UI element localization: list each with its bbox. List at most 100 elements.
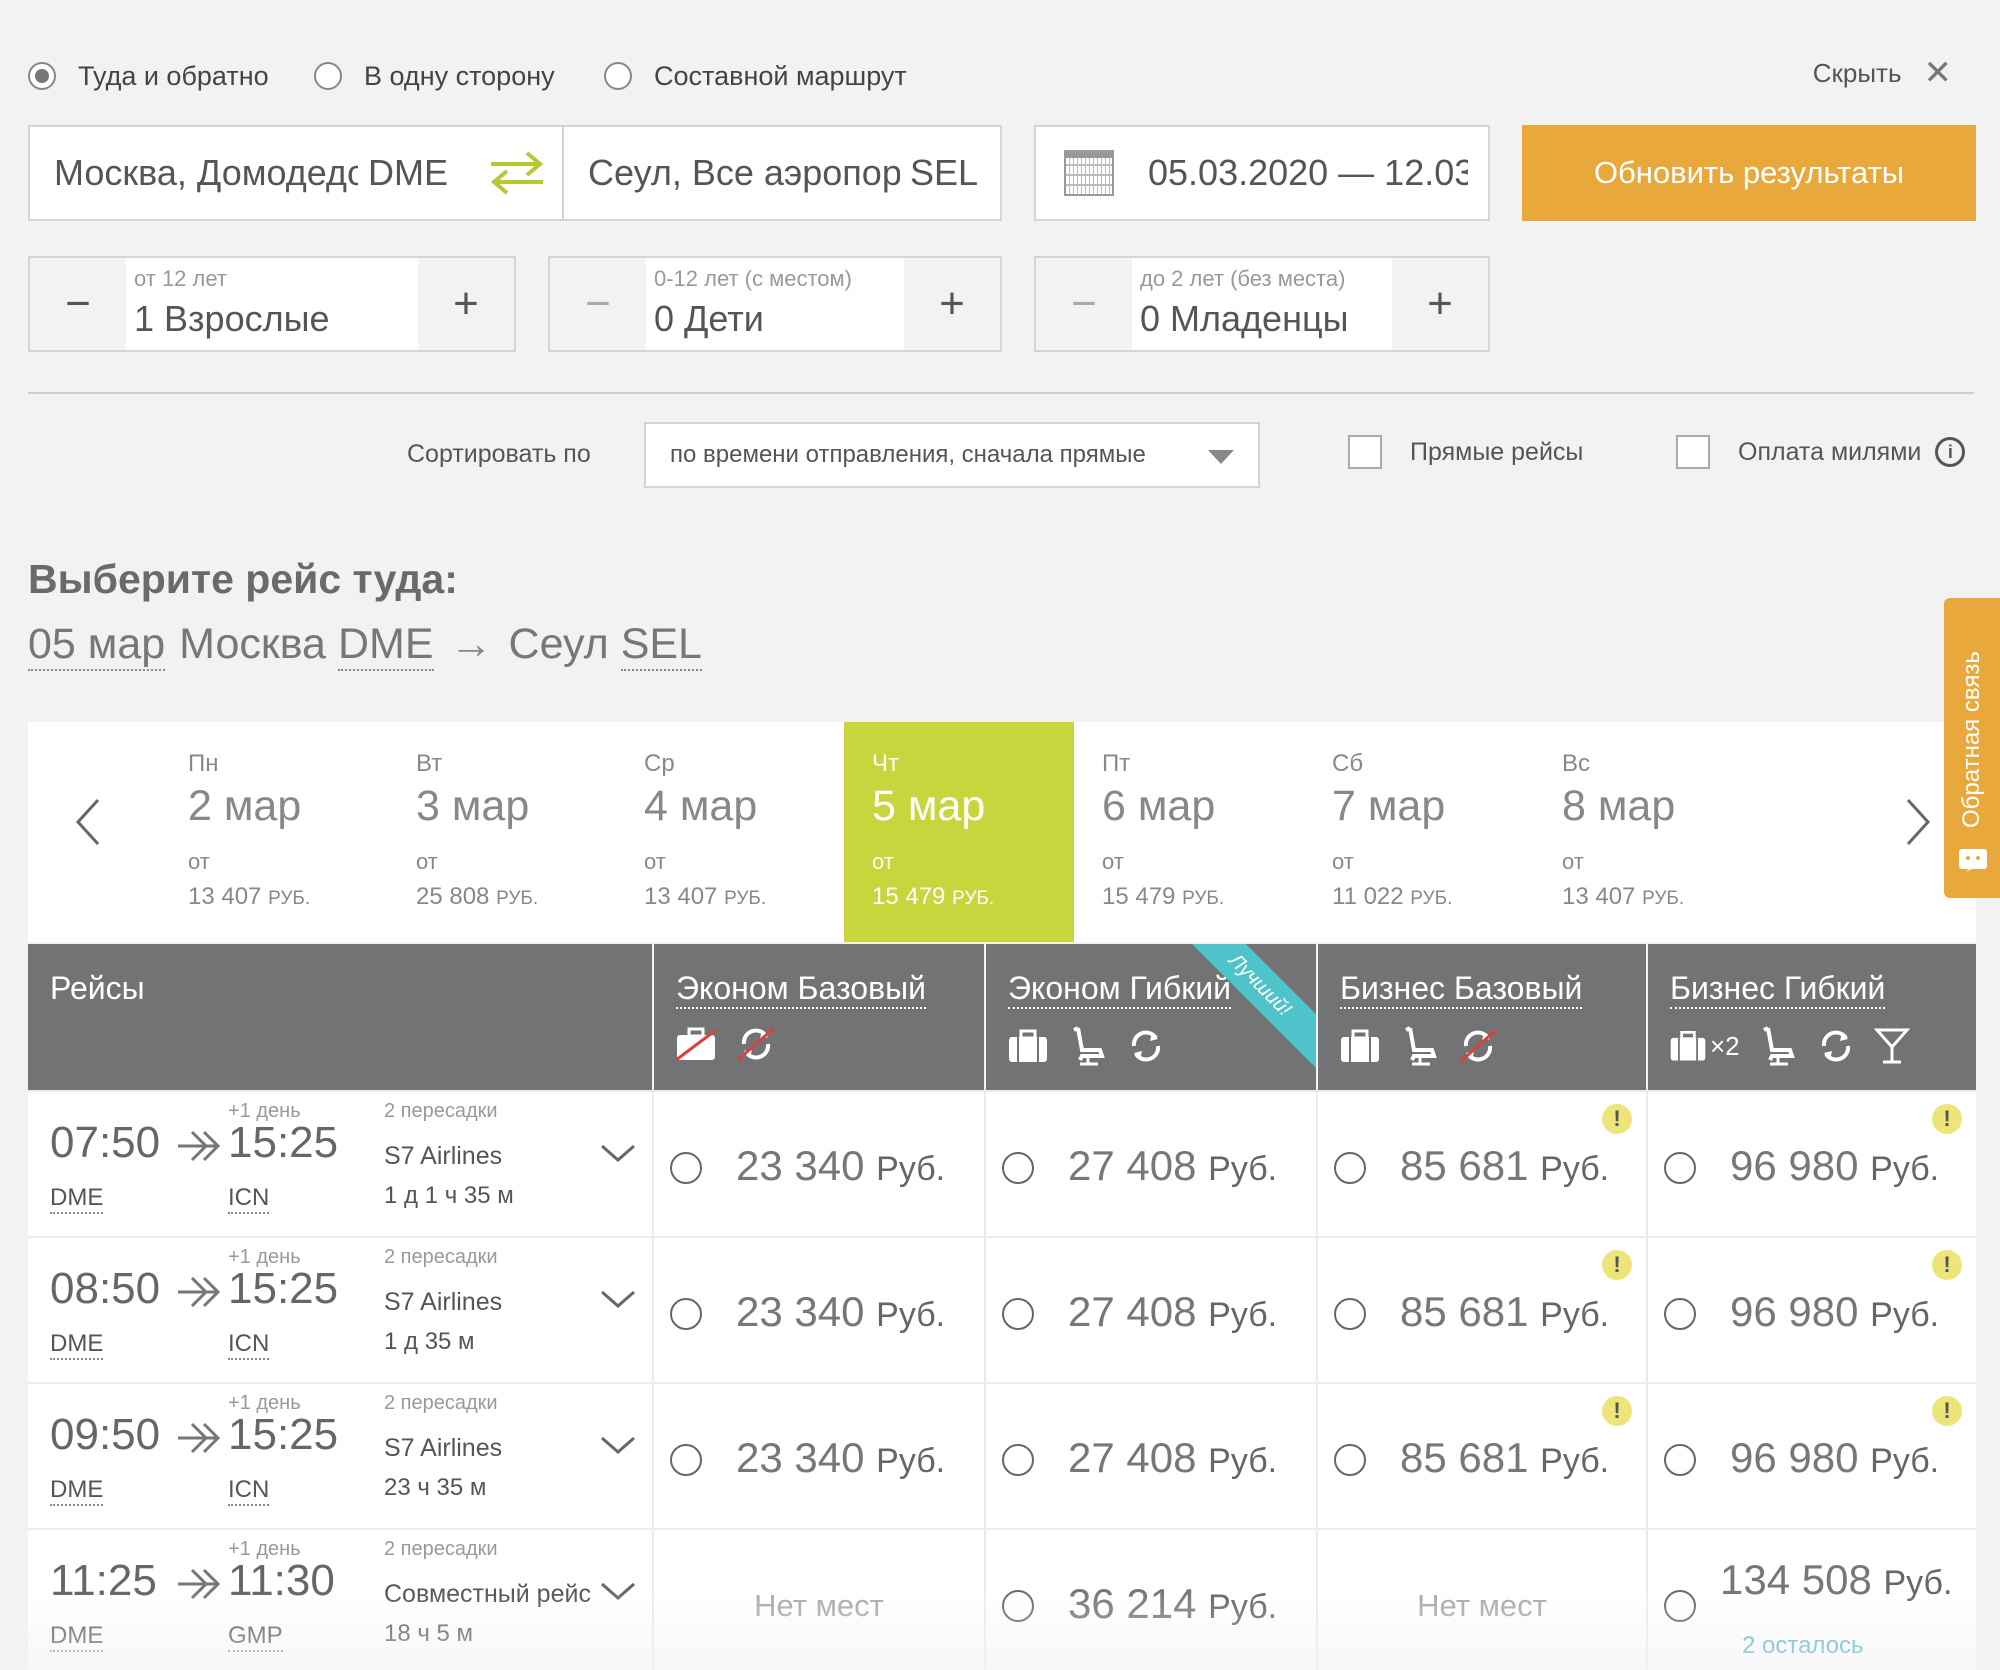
departure-airport[interactable]: DME [50,1622,104,1652]
radio-oneway[interactable] [314,62,342,90]
fare-cell[interactable]: 23 340 Руб. [652,1092,984,1238]
flight-row[interactable]: 07:50 +1 день 15:25 DME ICN 2 пересадки S7 Air… [28,1090,1976,1238]
sort-select[interactable]: по времени отправления, сначала прямые [644,422,1260,488]
warning-icon[interactable]: ! [1602,1104,1632,1134]
fare-title[interactable]: Бизнес Базовый [1340,970,1583,1009]
date-option[interactable]: Пт 6 мар от 15 479 РУБ. [1074,722,1304,942]
baggage-count: ×2 [1710,1030,1740,1061]
infants-minus-button[interactable]: − [1036,258,1132,350]
date-option[interactable]: Ср 4 мар от 13 407 РУБ. [616,722,846,942]
arrival-airport[interactable]: ICN [228,1184,270,1214]
date-option[interactable]: Вт 3 мар от 25 808 РУБ. [388,722,618,942]
date-option[interactable]: Сб 7 мар от 11 022 РУБ. [1304,722,1534,942]
fare-radio[interactable] [1664,1152,1696,1184]
pay-miles-option[interactable]: Оплата милями i [1676,435,1966,469]
fare-radio[interactable] [1002,1152,1034,1184]
trip-round[interactable]: Туда и обратно [28,58,269,94]
cocktail-icon [1873,1028,1910,1064]
fare-radio[interactable] [1002,1298,1034,1330]
fare-title[interactable]: Эконом Базовый [676,970,926,1009]
no-seats: Нет мест [1417,1588,1547,1623]
close-icon[interactable]: ✕ [1924,56,1953,90]
pay-miles-checkbox[interactable] [1676,435,1710,469]
direct-flights-checkbox[interactable] [1348,435,1382,469]
infants-plus-button[interactable]: + [1392,258,1488,350]
trip-oneway[interactable]: В одну сторону [314,58,555,94]
double-arrow-icon [178,1276,221,1308]
flight-row[interactable]: 09:50 +1 день 15:25 DME ICN 2 пересадки S7 Air… [28,1382,1976,1530]
chevron-down-icon[interactable] [598,1140,638,1166]
route-to-code[interactable]: SEL [620,620,702,671]
children-plus-button[interactable]: + [904,258,1000,350]
trip-multi[interactable]: Составной маршрут [604,58,907,94]
children-minus-button[interactable]: − [550,258,646,350]
date-option[interactable]: Пн 2 мар от 13 407 РУБ. [160,722,390,942]
feedback-tab[interactable]: Обратная связь [1944,598,2000,898]
fare-title[interactable]: Бизнес Гибкий [1670,970,1886,1009]
arrival-airport[interactable]: ICN [228,1330,270,1360]
fare-cell[interactable]: 134 508 Руб. 2 осталось [1646,1530,1976,1670]
fare-radio[interactable] [1664,1590,1696,1622]
swap-icon [490,151,544,195]
fare-title[interactable]: Эконом Гибкий [1008,970,1231,1009]
info-icon[interactable]: i [1935,437,1966,467]
warning-icon[interactable]: ! [1932,1104,1962,1134]
route-from-city: Москва [179,620,326,668]
swap-button[interactable] [470,125,564,221]
fare-cell[interactable]: 96 980 Руб.! [1646,1092,1976,1238]
route-from-code[interactable]: DME [337,620,434,671]
fare-cell[interactable]: 27 408 Руб. [984,1092,1316,1238]
fare-cell[interactable]: 85 681 Руб.! [1316,1384,1646,1530]
adults-minus-button[interactable]: − [30,258,126,350]
arrival-airport[interactable]: GMP [228,1622,283,1652]
flight-row[interactable]: 08:50 +1 день 15:25 DME ICN 2 пересадки S7 Air… [28,1236,1976,1384]
date-option[interactable]: Чт 5 мар от 15 479 РУБ. [844,722,1074,942]
dates-field[interactable]: 05.03.2020 — 12.03.2020 [1034,125,1490,221]
fare-radio[interactable] [1002,1444,1034,1476]
fare-cell[interactable]: 23 340 Руб. [652,1384,984,1530]
update-results-button[interactable]: Обновить результаты [1522,125,1976,221]
chevron-right-icon[interactable] [1898,782,1938,862]
fare-radio[interactable] [1002,1590,1034,1622]
fare-price: 134 508 Руб. [1720,1556,1953,1603]
departure-airport[interactable]: DME [50,1184,104,1214]
fare-cell[interactable]: 85 681 Руб.! [1316,1238,1646,1384]
fare-radio[interactable] [1664,1298,1696,1330]
direct-flights-option[interactable]: Прямые рейсы [1348,435,1583,469]
arrival-airport[interactable]: ICN [228,1476,270,1506]
fare-radio[interactable] [1664,1444,1696,1476]
destination-field[interactable]: Сеул, Все аэропорты SEL [562,125,1002,221]
warning-icon[interactable]: ! [1932,1396,1962,1426]
warning-icon[interactable]: ! [1932,1250,1962,1280]
fare-radio[interactable] [1334,1298,1366,1330]
fare-cell[interactable]: 85 681 Руб.! [1316,1092,1646,1238]
adults-plus-button[interactable]: + [418,258,514,350]
radio-round[interactable] [28,62,56,90]
chevron-down-icon[interactable] [598,1286,638,1312]
fare-radio[interactable] [1334,1152,1366,1184]
fare-radio[interactable] [670,1444,702,1476]
warning-icon[interactable]: ! [1602,1250,1632,1280]
hide-button[interactable]: Скрыть ✕ [1813,56,1952,90]
fare-header-business-flex: Бизнес Гибкий ×2 [1646,944,1976,1090]
fare-radio[interactable] [670,1152,702,1184]
departure-airport[interactable]: DME [50,1330,104,1360]
flight-row[interactable]: 11:25 +1 день 11:30 DME GMP 2 пересадки Совмес… [28,1528,1976,1670]
fare-cell[interactable]: 36 214 Руб. [984,1530,1316,1670]
fare-cell[interactable]: 27 408 Руб. [984,1238,1316,1384]
chevron-left-icon[interactable] [68,782,108,862]
fare-radio[interactable] [670,1298,702,1330]
departure-airport[interactable]: DME [50,1476,104,1506]
route-date[interactable]: 05 мар [28,620,166,671]
fare-cell[interactable]: 96 980 Руб.! [1646,1384,1976,1530]
warning-icon[interactable]: ! [1602,1396,1632,1426]
fare-cell[interactable]: 23 340 Руб. [652,1238,984,1384]
fare-cell[interactable]: 96 980 Руб.! [1646,1238,1976,1384]
date-option[interactable]: Вс 8 мар от 13 407 РУБ. [1534,722,1764,942]
origin-field[interactable]: Москва, Домодедово DME [28,125,472,221]
fare-cell[interactable]: 27 408 Руб. [984,1384,1316,1530]
chevron-down-icon[interactable] [598,1432,638,1458]
fare-radio[interactable] [1334,1444,1366,1476]
chevron-down-icon[interactable] [598,1578,638,1604]
radio-multi[interactable] [604,62,632,90]
